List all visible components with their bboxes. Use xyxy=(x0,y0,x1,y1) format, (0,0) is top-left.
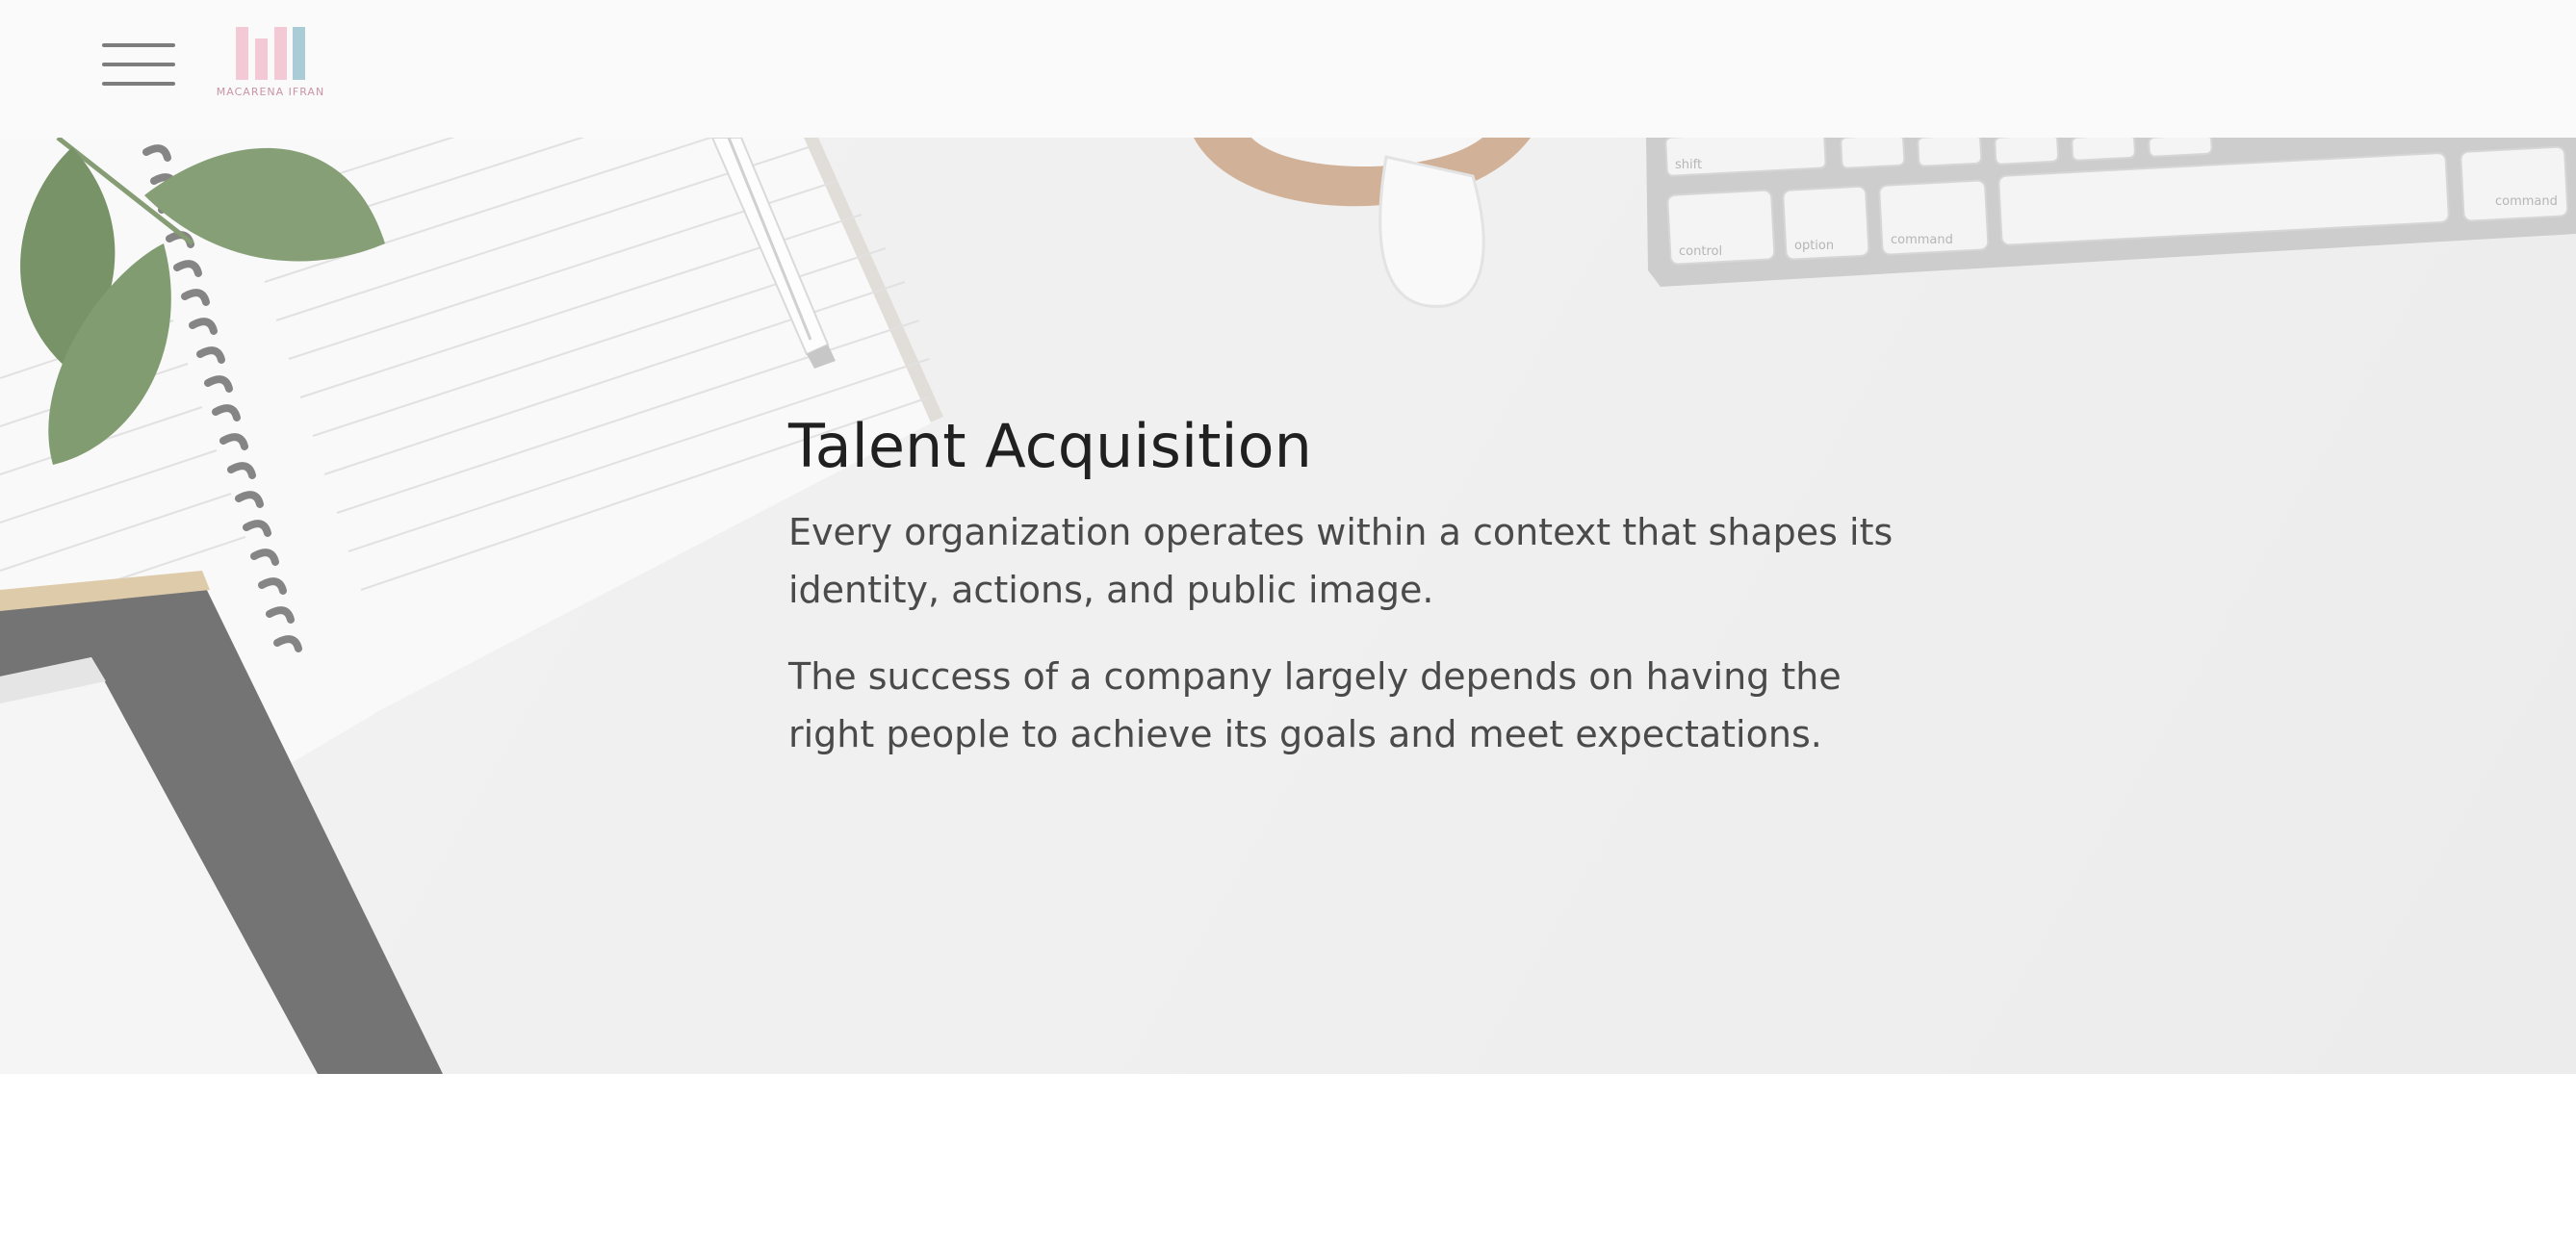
page-body-area xyxy=(0,1074,2576,1251)
site-header: MACARENA IFRAN xyxy=(0,0,2576,138)
hero-paragraph: Every organization operates within a con… xyxy=(788,511,1893,612)
menu-line xyxy=(102,43,175,47)
hamburger-menu-icon[interactable] xyxy=(100,40,177,90)
hero-section: shift control option command command Tal… xyxy=(0,138,2576,1074)
page-title: Talent Acquisition xyxy=(788,411,1312,481)
hero-paragraph: The success of a company largely depends… xyxy=(788,655,1842,756)
site-logo[interactable]: MACARENA IFRAN xyxy=(210,23,331,102)
hero-content: Talent Acquisition Every organization op… xyxy=(788,411,1924,792)
logo-text: MACARENA IFRAN xyxy=(216,86,325,98)
menu-line xyxy=(102,63,175,66)
menu-line xyxy=(102,82,175,86)
bar-logo-icon xyxy=(236,27,305,80)
